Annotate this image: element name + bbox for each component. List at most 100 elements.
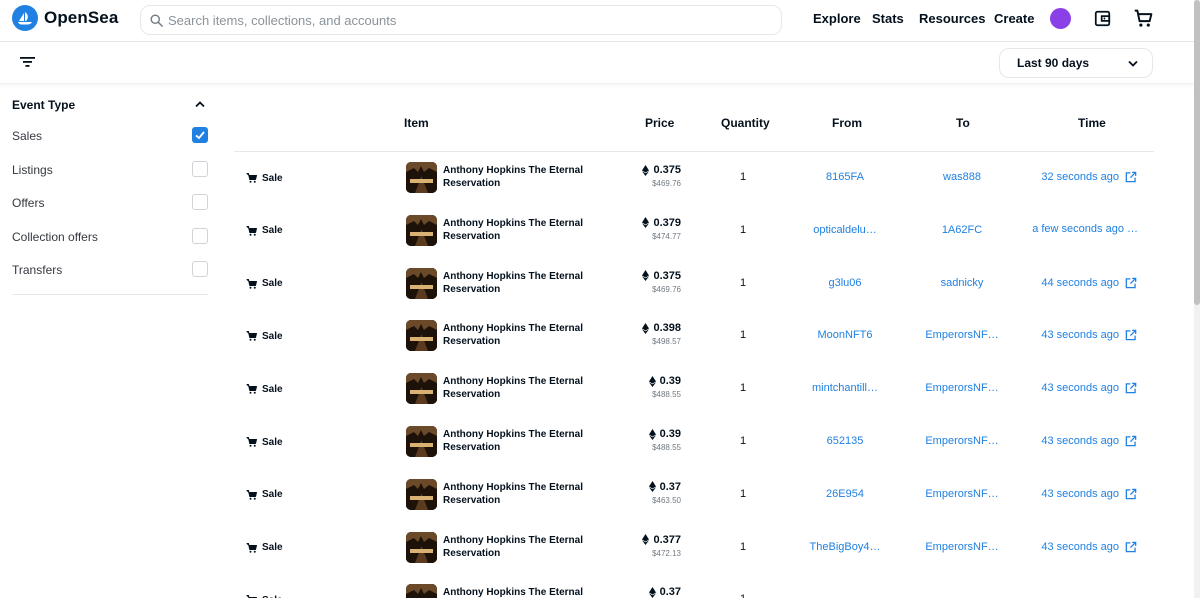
column-header-from: From <box>832 116 862 130</box>
filter-transfers[interactable]: Transfers <box>12 261 208 279</box>
from-account-link[interactable]: opticaldelu… <box>795 224 895 236</box>
table-row[interactable]: Sale Anthony Hopkins The Eternal Reservat… <box>234 152 1154 205</box>
quantity-cell: 1 <box>739 382 747 395</box>
time-period-dropdown[interactable]: Last 90 days <box>999 48 1153 78</box>
external-link-icon[interactable] <box>1124 434 1138 448</box>
nav-explore[interactable]: Explore <box>813 11 861 26</box>
scrollbar-thumb[interactable] <box>1194 0 1200 305</box>
filter-offers[interactable]: Offers <box>12 194 208 212</box>
event-type-heading[interactable]: Event Type <box>12 98 75 112</box>
external-link-icon[interactable] <box>1124 487 1138 501</box>
cart-icon <box>246 595 257 598</box>
from-account-link[interactable]: mintchantill… <box>795 382 895 394</box>
collection-offers-checkbox[interactable] <box>192 228 208 244</box>
item-thumbnail[interactable] <box>406 162 437 193</box>
table-row[interactable]: Sale Anthony Hopkins The Eternal Reservat… <box>234 469 1154 522</box>
item-thumbnail[interactable] <box>406 267 437 299</box>
from-account-link[interactable]: 8165FA <box>795 171 895 183</box>
listings-checkbox[interactable] <box>192 161 208 177</box>
cart-icon <box>246 437 257 447</box>
time-link[interactable]: a few seconds ago … <box>1026 223 1138 235</box>
nft-thumbnail-art <box>406 531 437 563</box>
item-name-link[interactable]: Anthony Hopkins The Eternal Reservation <box>443 322 593 348</box>
item-name-link[interactable]: Anthony Hopkins The Eternal Reservation <box>443 270 593 296</box>
table-row[interactable]: Sale Anthony Hopkins The Eternal Reservat… <box>234 258 1154 311</box>
filter-sales[interactable]: Sales <box>12 127 208 145</box>
table-row[interactable]: Sale Anthony Hopkins The Eternal Reservat… <box>234 522 1154 575</box>
external-link-icon[interactable] <box>1124 540 1138 554</box>
filter-collection-offers[interactable]: Collection offers <box>12 228 208 246</box>
external-link-icon[interactable] <box>1124 381 1138 395</box>
item-thumbnail[interactable] <box>406 426 437 457</box>
table-row[interactable]: Sale Anthony Hopkins The Eternal Reservat… <box>234 363 1154 416</box>
from-account-link[interactable]: TheBigBoy4… <box>795 541 895 553</box>
nft-thumbnail-art <box>406 426 437 457</box>
item-thumbnail[interactable] <box>406 214 437 246</box>
time-link[interactable]: 32 seconds ago <box>1026 170 1138 184</box>
to-account-link[interactable]: EmperorsNF… <box>912 541 1012 553</box>
from-account-link[interactable]: MoonNFT6 <box>795 329 895 341</box>
search-input[interactable] <box>168 12 768 28</box>
item-name-link[interactable]: Anthony Hopkins The Eternal Reservation <box>443 534 593 560</box>
sales-checkbox[interactable] <box>192 127 208 143</box>
event-type-cell: Sale <box>246 172 283 184</box>
table-row[interactable]: Sale Anthony Hopkins The Eternal Reservat… <box>234 310 1154 363</box>
profile-avatar[interactable] <box>1050 8 1071 29</box>
from-account-link[interactable]: 26E954 <box>795 488 895 500</box>
external-link-icon[interactable] <box>1124 170 1138 184</box>
to-account-link[interactable]: EmperorsNF… <box>912 329 1012 341</box>
table-row[interactable]: Sale Anthony Hopkins The Eternal Reservat… <box>234 205 1154 258</box>
to-account-link[interactable]: was888 <box>912 171 1012 183</box>
price-cell: 0.375 $469.76 <box>624 270 681 294</box>
price-eth: 0.39 <box>659 375 681 388</box>
item-thumbnail[interactable] <box>406 531 437 563</box>
external-link-icon[interactable] <box>1124 276 1138 290</box>
item-name-link[interactable]: Anthony Hopkins The Eternal Reservation <box>443 375 593 401</box>
item-name-link[interactable]: Anthony Hopkins The Eternal Reservation <box>443 164 593 190</box>
price-eth: 0.37 <box>659 586 681 598</box>
time-link[interactable]: 43 seconds ago <box>1026 487 1138 501</box>
to-account-link[interactable]: sadnicky <box>912 277 1012 289</box>
to-account-link[interactable]: EmperorsNF… <box>912 435 1012 447</box>
search-bar[interactable] <box>140 5 782 35</box>
brand-logo[interactable]: OpenSea <box>12 5 118 31</box>
time-link[interactable]: 43 seconds ago <box>1026 328 1138 342</box>
time-link[interactable]: 43 seconds ago <box>1026 434 1138 448</box>
time-link[interactable]: 43 seconds ago <box>1026 381 1138 395</box>
time-label: 43 seconds ago <box>1041 540 1119 553</box>
chevron-up-icon[interactable] <box>195 101 205 108</box>
nft-thumbnail-art <box>406 373 437 405</box>
from-account-link[interactable]: 652135 <box>795 435 895 447</box>
to-account-link[interactable]: 1A62FC <box>912 224 1012 236</box>
cart-icon[interactable] <box>1133 8 1154 29</box>
chevron-down-icon <box>1128 60 1138 67</box>
offers-checkbox[interactable] <box>192 194 208 210</box>
nav-stats[interactable]: Stats <box>872 11 904 26</box>
item-name-link[interactable]: Anthony Hopkins The Eternal Reservation <box>443 428 593 454</box>
item-thumbnail[interactable] <box>406 584 437 598</box>
transfers-checkbox[interactable] <box>192 261 208 277</box>
table-row[interactable]: Sale Anthony Hopkins The Eternal 0.37 1 <box>234 574 1154 598</box>
item-name-link[interactable]: Anthony Hopkins The Eternal Reservation <box>443 217 593 243</box>
item-thumbnail[interactable] <box>406 320 437 352</box>
to-account-link[interactable]: EmperorsNF… <box>912 382 1012 394</box>
item-name-link[interactable]: Anthony Hopkins The Eternal <box>443 586 593 598</box>
table-row[interactable]: Sale Anthony Hopkins The Eternal Reservat… <box>234 416 1154 469</box>
item-thumbnail[interactable] <box>406 478 437 510</box>
nav-resources[interactable]: Resources <box>919 11 985 26</box>
filter-listings[interactable]: Listings <box>12 161 208 179</box>
external-link-icon[interactable] <box>1124 328 1138 342</box>
nav-create[interactable]: Create <box>994 11 1034 26</box>
time-link[interactable]: 43 seconds ago <box>1026 540 1138 554</box>
item-thumbnail[interactable] <box>406 373 437 405</box>
from-account-link[interactable]: g3lu06 <box>795 277 895 289</box>
time-link[interactable]: 44 seconds ago <box>1026 276 1138 290</box>
filter-icon[interactable] <box>20 56 35 68</box>
wallet-icon[interactable] <box>1093 9 1112 28</box>
nft-thumbnail-art <box>406 267 437 299</box>
cart-icon <box>246 489 257 500</box>
to-account-link[interactable]: EmperorsNF… <box>912 488 1012 500</box>
item-name-link[interactable]: Anthony Hopkins The Eternal Reservation <box>443 481 593 507</box>
scrollbar-track[interactable] <box>1194 0 1200 598</box>
time-label: 43 seconds ago <box>1041 329 1119 342</box>
